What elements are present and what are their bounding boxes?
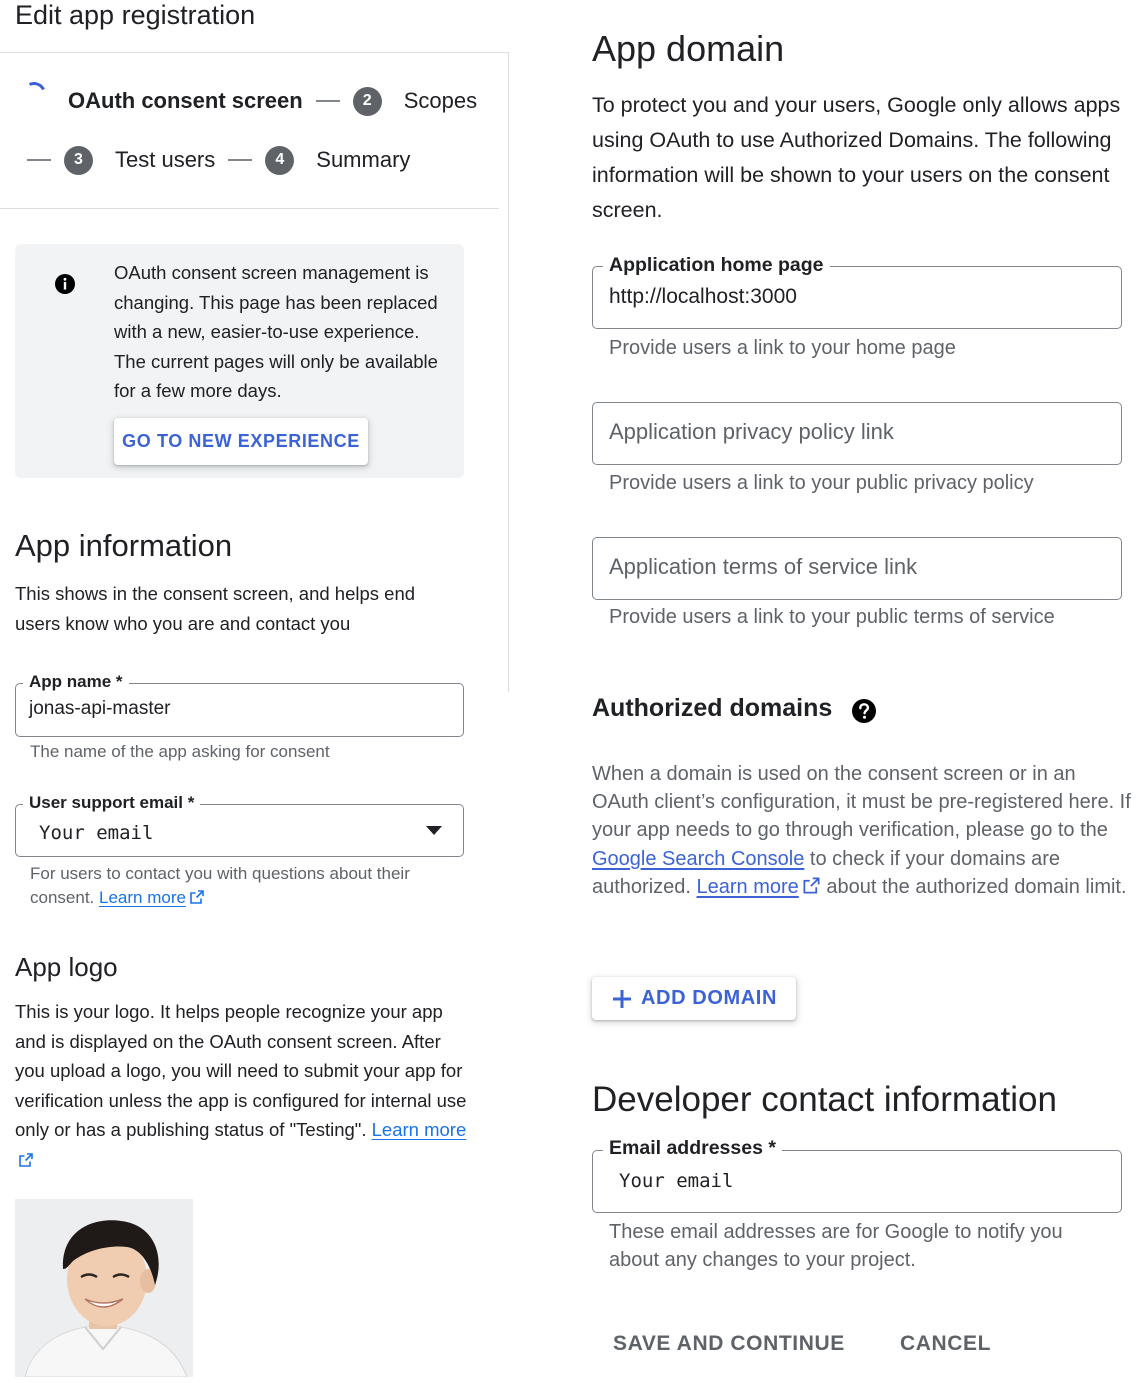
application-home-page-hint: Provide users a link to your home page: [609, 337, 956, 359]
step-test-users[interactable]: Test users: [115, 147, 215, 173]
info-icon: [55, 274, 75, 294]
go-to-new-experience-button[interactable]: GO TO NEW EXPERIENCE: [114, 418, 368, 465]
support-hint-text: For users to contact you with questions …: [30, 864, 410, 907]
email-addresses-hint: These email addresses are for Google to …: [609, 1221, 1063, 1271]
plus-icon: [613, 989, 631, 1008]
app-logo-title: App logo: [15, 952, 118, 982]
logo-portrait: [15, 1199, 193, 1377]
step-connector: [27, 159, 51, 161]
step-oauth-consent-screen[interactable]: OAuth consent screen: [68, 88, 303, 114]
external-link-icon: [190, 890, 204, 904]
user-support-email-hint: For users to contact you with questions …: [30, 862, 450, 910]
learn-more-link[interactable]: Learn more: [99, 888, 186, 907]
step-summary[interactable]: Summary: [316, 147, 410, 173]
app-name-value[interactable]: jonas-api-master: [29, 698, 171, 720]
external-link-icon: [803, 877, 820, 894]
notice-text: OAuth consent screen management is chang…: [114, 262, 438, 402]
stepper-divider-bottom: [0, 208, 499, 209]
app-information-title: App information: [15, 528, 233, 563]
user-support-email-label: User support email *: [23, 793, 201, 813]
stepper-divider-top: [0, 52, 509, 53]
stepper-row-2: 3 Test users 4 Summary: [27, 143, 410, 177]
application-home-page-value[interactable]: http://localhost:3000: [609, 285, 797, 309]
help-icon[interactable]: [851, 698, 877, 724]
user-support-email-value[interactable]: Your email: [39, 822, 153, 844]
step-number-3: 3: [64, 145, 93, 175]
app-logo-description: This is your logo. It helps people recog…: [15, 997, 470, 1174]
app-name-label: App name *: [23, 672, 129, 692]
developer-contact-title: Developer contact information: [592, 1080, 1057, 1119]
terms-of-service-hint: Provide users a link to your public term…: [609, 606, 1055, 628]
chevron-down-icon[interactable]: [426, 826, 442, 835]
page-title: Edit app registration: [15, 0, 256, 30]
app-name-hint: The name of the app asking for consent: [30, 742, 330, 761]
auth-text-1: When a domain is used on the consent scr…: [592, 763, 1131, 842]
learn-more-link[interactable]: Learn more: [372, 1119, 467, 1140]
step-number-2: 2: [352, 86, 382, 116]
stepper-row-1: OAuth consent screen 2 Scopes: [18, 78, 477, 118]
privacy-policy-placeholder[interactable]: Application privacy policy link: [609, 419, 894, 445]
app-domain-description: To protect you and your users, Google on…: [592, 93, 1121, 222]
step-scopes[interactable]: Scopes: [404, 88, 477, 114]
email-addresses-label: Email addresses *: [603, 1137, 782, 1160]
google-search-console-link[interactable]: Google Search Console: [592, 848, 804, 870]
add-domain-button[interactable]: ADD DOMAIN: [592, 977, 796, 1020]
learn-more-link[interactable]: Learn more: [697, 876, 799, 898]
auth-text-3: about the authorized domain limit.: [820, 875, 1127, 898]
authorized-domains-description: When a domain is used on the consent scr…: [592, 760, 1132, 901]
add-domain-label: ADD DOMAIN: [641, 987, 777, 1009]
external-link-icon: [19, 1152, 33, 1167]
app-domain-title: App domain: [592, 28, 785, 69]
terms-of-service-placeholder[interactable]: Application terms of service link: [609, 554, 917, 580]
step-connector: [315, 100, 340, 102]
step-connector: [228, 159, 253, 161]
save-and-continue-button[interactable]: SAVE AND CONTINUE: [613, 1332, 845, 1356]
authorized-domains-title: Authorized domains: [592, 694, 833, 722]
step-number-4: 4: [265, 145, 295, 175]
spinner-icon: [18, 78, 50, 110]
app-logo-image: [15, 1199, 193, 1377]
application-home-page-label: Application home page: [603, 254, 830, 277]
column-divider: [508, 52, 509, 692]
privacy-policy-hint: Provide users a link to your public priv…: [609, 472, 1034, 494]
app-information-description: This shows in the consent screen, and he…: [15, 583, 416, 634]
cancel-button[interactable]: CANCEL: [900, 1332, 991, 1356]
email-addresses-value[interactable]: Your email: [619, 1170, 733, 1192]
